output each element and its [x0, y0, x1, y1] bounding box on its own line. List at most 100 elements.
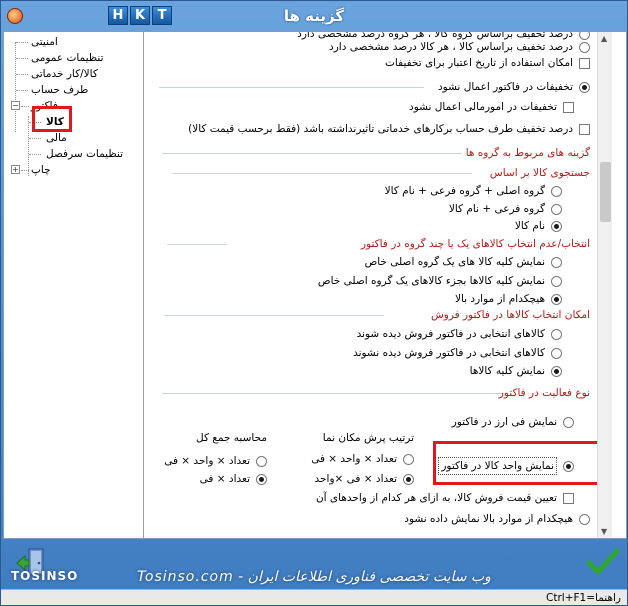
- total-calc-option-1[interactable]: تعداد × واحد × فی: [164, 453, 267, 469]
- radio-button[interactable]: [256, 473, 267, 485]
- show-unit-option[interactable]: نمایش واحد کالا در فاکتور: [438, 457, 574, 475]
- discount-by-item-option[interactable]: درصد تخفیف براساس کالا ، هر کالا درصد مش…: [329, 39, 590, 55]
- radio-button[interactable]: [403, 453, 414, 465]
- separator: [162, 393, 507, 394]
- tree-item-label: تنظیمات سرفصل: [46, 148, 124, 160]
- select-option-2[interactable]: نمایش کلیه کالاها بجزء کالاهای یک گروه ا…: [318, 273, 562, 289]
- no-discount-financial-option[interactable]: تخفیفات در امورمالی اعمال نشود: [409, 99, 574, 115]
- checkbox[interactable]: [579, 123, 590, 135]
- ok-check-icon[interactable]: [586, 547, 620, 577]
- watermark-text: وب سایت تخصصی فناوری اطلاعات ایران - Tos…: [137, 569, 491, 585]
- group-options-heading: گزینه های مربوط به گروه ها: [465, 147, 590, 159]
- sale-heading: امکان انتخاب کالاها در فاکتور فروش: [430, 309, 590, 321]
- radio-button[interactable]: [579, 81, 590, 93]
- tree-item-label: کالا/کار خدماتی: [31, 68, 98, 80]
- option-label: نام کالا: [514, 220, 545, 232]
- option-label: تعداد × واحد × فی: [311, 453, 397, 465]
- checkbox[interactable]: [563, 492, 574, 504]
- expand-icon[interactable]: +: [11, 165, 20, 174]
- option-label: نمایش واحد کالا در فاکتور: [438, 457, 557, 475]
- option-label: تخفیفات در فاکتور اعمال نشود: [437, 81, 573, 93]
- scroll-down-icon[interactable]: ▼: [601, 527, 607, 536]
- service-discount-option[interactable]: درصد تخفیف طرف حساب برکارهای خدماتی تاثی…: [188, 121, 590, 137]
- radio-button[interactable]: [563, 416, 574, 428]
- radio-button[interactable]: [551, 275, 562, 287]
- option-label: تعداد × فی ×واحد: [314, 473, 397, 485]
- window-title: گزینه ها: [283, 7, 345, 25]
- show-currency-price-option[interactable]: نمایش فی ارز در فاکتور: [452, 414, 574, 430]
- option-label: تعیین قیمت فروش کالا، به ازای هر کدام از…: [315, 492, 557, 504]
- checkbox[interactable]: [579, 57, 590, 69]
- unit-price-option[interactable]: تعیین قیمت فروش کالا، به ازای هر کدام از…: [316, 490, 574, 506]
- tree-item-label: تنظیمات عمومی: [31, 52, 104, 64]
- tree-item-print[interactable]: + چاپ: [4, 162, 144, 178]
- option-label: تعداد × فی: [199, 473, 250, 485]
- tree-item-goods-services[interactable]: کالا/کار خدماتی: [4, 66, 144, 82]
- sale-option-3[interactable]: نمایش کلیه کالاها: [470, 363, 562, 379]
- radio-button[interactable]: [256, 455, 267, 467]
- tree-item-label: امنیتی: [31, 36, 58, 48]
- select-option-1[interactable]: نمایش کلیه کالا های یک گروه اصلی خاص: [365, 254, 562, 270]
- radio-button[interactable]: [579, 41, 590, 53]
- option-label: کالاهای انتخابی در فاکتور فروش دیده شوند: [356, 328, 545, 340]
- option-label: گروه اصلی + گروه فرعی + نام کالا: [384, 185, 545, 197]
- settings-tree: امنیتی تنظیمات عمومی کالا/کار خدماتی طرف…: [4, 32, 144, 538]
- tree-item-financial[interactable]: مالی: [4, 130, 144, 146]
- cursor-order-option-1[interactable]: تعداد × واحد × فی: [311, 451, 414, 467]
- total-calc-option-2[interactable]: تعداد × فی: [200, 471, 267, 487]
- option-label: تخفیفات در امورمالی اعمال نشود: [409, 101, 557, 113]
- search-option-1[interactable]: گروه اصلی + گروه فرعی + نام کالا: [385, 183, 562, 199]
- cursor-order-option-2[interactable]: تعداد × فی ×واحد: [315, 471, 414, 487]
- select-option-3[interactable]: هیچکدام از موارد بالا: [455, 291, 562, 307]
- separator: [167, 244, 227, 245]
- option-label: نمایش کلیه کالاها: [469, 365, 545, 377]
- apply-discounts-option[interactable]: تخفیفات در فاکتور اعمال نشود: [438, 79, 590, 95]
- search-heading: جستجوی کالا بر اساس: [489, 167, 590, 179]
- activity-heading: نوع فعالیت در فاکتور: [498, 387, 590, 399]
- separator: [172, 173, 472, 174]
- collapse-icon[interactable]: −: [11, 101, 20, 110]
- radio-button[interactable]: [563, 460, 574, 472]
- select-heading: انتخاب/عدم انتخاب کالاهای یک یا چند گروه…: [360, 238, 590, 250]
- search-option-2[interactable]: گروه فرعی + نام کالا: [449, 201, 562, 217]
- radio-button[interactable]: [551, 203, 562, 215]
- tree-item-invoice[interactable]: − فاکتور: [4, 98, 144, 114]
- show-none-option[interactable]: هیچکدام از موارد بالا نمایش داده نشود: [404, 511, 590, 527]
- option-label: تعداد × واحد × فی: [164, 455, 250, 467]
- radio-button[interactable]: [551, 365, 562, 377]
- client-area: امنیتی تنظیمات عمومی کالا/کار خدماتی طرف…: [3, 31, 627, 539]
- radio-button[interactable]: [551, 220, 562, 232]
- radio-button[interactable]: [579, 513, 590, 525]
- vertical-scrollbar[interactable]: ▲ ▼: [597, 32, 612, 538]
- tree-item-general[interactable]: تنظیمات عمومی: [4, 50, 144, 66]
- radio-button[interactable]: [551, 256, 562, 268]
- radio-button[interactable]: [551, 328, 562, 340]
- separator: [162, 153, 462, 154]
- options-window: H K T گزینه ها امنیتی تنظیمات عمومی کالا…: [0, 0, 628, 606]
- scroll-thumb[interactable]: [600, 162, 611, 222]
- tree-item-security[interactable]: امنیتی: [4, 34, 144, 50]
- tree-item-goods[interactable]: کالا: [4, 114, 144, 130]
- option-label: هیچکدام از موارد بالا نمایش داده نشود: [404, 513, 573, 525]
- checkbox[interactable]: [563, 101, 574, 113]
- option-label: نمایش فی ارز در فاکتور: [451, 416, 557, 428]
- option-label: نمایش کلیه کالاها بجزء کالاهای یک گروه ا…: [317, 275, 545, 287]
- title-bar: H K T گزینه ها: [1, 1, 627, 31]
- sale-option-2[interactable]: کالاهای انتخابی در فاکتور فروش دیده نشون…: [353, 345, 562, 361]
- options-panel: درصد تخفیف براساس گروه کالا ، هر گروه در…: [145, 32, 612, 538]
- tree-item-label: چاپ: [31, 164, 51, 176]
- radio-button[interactable]: [551, 185, 562, 197]
- tree-item-account-headings[interactable]: تنظیمات سرفصل: [4, 146, 144, 162]
- option-label: درصد تخفیف طرف حساب برکارهای خدماتی تاثی…: [188, 123, 573, 135]
- help-shortcut-text: راهنما=Ctrl+F1: [546, 592, 621, 604]
- sale-option-1[interactable]: کالاهای انتخابی در فاکتور فروش دیده شوند: [357, 326, 562, 342]
- total-calc-heading: محاسبه جمع کل: [196, 432, 267, 444]
- search-option-3[interactable]: نام کالا: [515, 218, 562, 234]
- radio-button[interactable]: [551, 293, 562, 305]
- radio-button[interactable]: [551, 347, 562, 359]
- separator: [159, 87, 424, 88]
- discount-validity-option[interactable]: امکان استفاده از تاریخ اعتبار برای تخفیف…: [385, 55, 590, 71]
- scroll-up-icon[interactable]: ▲: [601, 34, 607, 43]
- tree-item-accounts[interactable]: طرف حساب: [4, 82, 144, 98]
- radio-button[interactable]: [403, 473, 414, 485]
